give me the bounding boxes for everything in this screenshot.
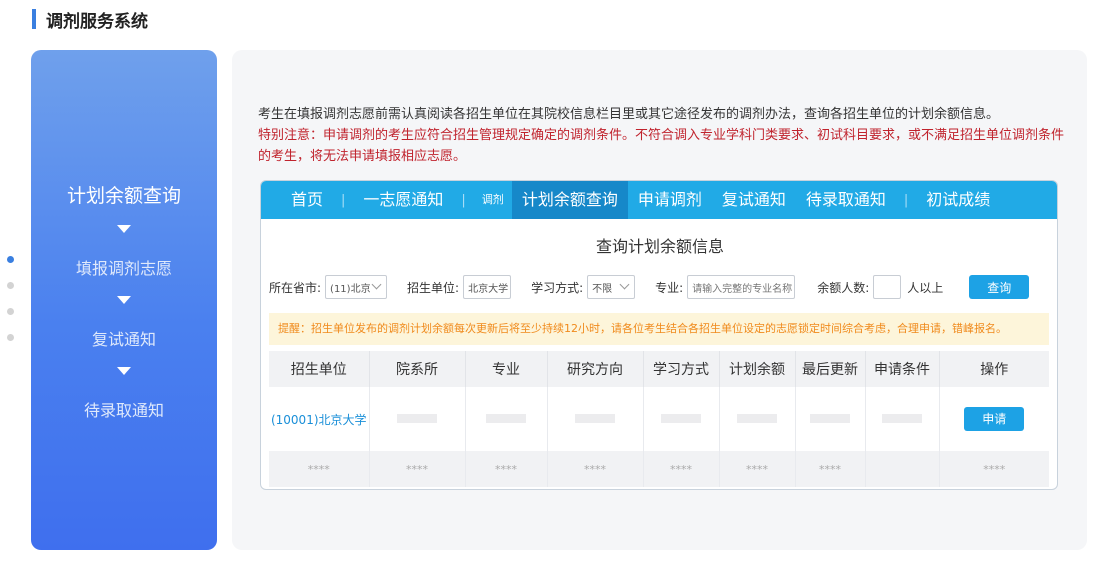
column-header: 专业: [465, 351, 548, 387]
column-header: 最后更新: [795, 351, 866, 387]
masked-cell: ****: [369, 451, 466, 487]
province-label: 所在省市:: [269, 280, 322, 295]
table-header-row: 招生单位 院系所 专业 研究方向 学习方式 计划余额 最后更新 申请条件 操作: [269, 351, 1049, 387]
redacted-placeholder: [397, 413, 437, 423]
query-panel: 首页 | 一志愿通知 | 调剂 计划余额查询 申请调剂 复试通知 待录取通知 |…: [260, 180, 1058, 490]
empty-cell: [865, 451, 940, 487]
redacted-placeholder: [486, 413, 526, 423]
redacted-placeholder: [661, 413, 701, 423]
unit-label: 招生单位:: [407, 280, 460, 295]
header-accent-bar: [32, 9, 36, 29]
filter-bar: 所在省市: (11)北京 招生单位: 北京大学 学习方式: 不限 专业: 请输入…: [269, 274, 1030, 300]
chevron-down-icon: [619, 279, 630, 290]
table-row: (10001)北京大学 申请: [269, 387, 1049, 451]
major-label: 专业:: [655, 280, 684, 295]
redacted-placeholder: [575, 413, 615, 423]
chevron-down-icon: [117, 225, 131, 233]
carousel-dot-2[interactable]: [7, 282, 14, 289]
content-panel: 考生在填报调剂志愿前需认真阅读各招生单位在其院校信息栏目里或其它途径发布的调剂办…: [232, 50, 1087, 550]
major-input[interactable]: 请输入完整的专业名称: [687, 275, 796, 299]
nav-separator: |: [903, 192, 909, 208]
chevron-down-icon: [117, 296, 131, 304]
step-retest-notice[interactable]: 复试通知: [31, 326, 217, 350]
masked-cell: ****: [547, 451, 644, 487]
column-header: 研究方向: [547, 351, 644, 387]
masked-cell: ****: [465, 451, 548, 487]
apply-button[interactable]: 申请: [964, 407, 1025, 431]
redacted-placeholder: [810, 413, 850, 423]
masked-cell: ****: [643, 451, 720, 487]
carousel-dot-4[interactable]: [7, 334, 14, 341]
major-placeholder: 请输入完整的专业名称: [692, 283, 793, 295]
column-header: 计划余额: [719, 351, 796, 387]
unit-input[interactable]: 北京大学: [463, 275, 512, 299]
column-header: 操作: [939, 351, 1049, 387]
count-input[interactable]: [873, 275, 902, 299]
redacted-placeholder: [737, 413, 777, 423]
nav-initial-scores[interactable]: 初试成绩: [916, 181, 1000, 219]
nav-plan-balance[interactable]: 计划余额查询: [511, 181, 628, 219]
masked-cell: ****: [269, 451, 370, 487]
nav-admission-notice[interactable]: 待录取通知: [796, 181, 896, 219]
redacted-placeholder: [882, 413, 922, 423]
masked-cell: ****: [939, 451, 1049, 487]
carousel-dots: [7, 256, 14, 360]
nav-home[interactable]: 首页: [281, 181, 333, 219]
mode-label: 学习方式:: [531, 280, 584, 295]
results-table: 招生单位 院系所 专业 研究方向 学习方式 计划余额 最后更新 申请条件 操作 …: [269, 351, 1049, 487]
query-title: 查询计划余额信息: [595, 237, 724, 256]
mode-value: 不限: [592, 283, 613, 295]
intro-line: 考生在填报调剂志愿前需认真阅读各招生单位在其院校信息栏目里或其它途径发布的调剂办…: [258, 107, 1000, 122]
nav-first-choice[interactable]: 一志愿通知: [353, 181, 453, 219]
nav-apply-adjustment[interactable]: 申请调剂: [628, 181, 712, 219]
column-header: 招生单位: [269, 351, 370, 387]
nav-separator: |: [341, 192, 346, 208]
nav-retest-notice[interactable]: 复试通知: [712, 181, 796, 219]
carousel-dot-3[interactable]: [7, 308, 14, 315]
masked-cell: ****: [719, 451, 796, 487]
unit-link[interactable]: (10001)北京大学: [271, 413, 367, 427]
column-header: 院系所: [369, 351, 466, 387]
count-suffix: 人以上: [907, 280, 944, 295]
province-select[interactable]: (11)北京: [325, 275, 388, 299]
step-fill-adjustment[interactable]: 填报调剂志愿: [31, 255, 217, 279]
reminder-banner: 提醒：招生单位发布的调剂计划余额每次更新后将至少持续12小时，请各位考生结合各招…: [269, 313, 1049, 345]
nav-separator: |: [461, 192, 466, 208]
step-plan-balance-query[interactable]: 计划余额查询: [31, 181, 217, 208]
top-nav: 首页 | 一志愿通知 | 调剂 计划余额查询 申请调剂 复试通知 待录取通知 |…: [261, 181, 1057, 219]
chevron-down-icon: [371, 279, 382, 290]
page-header: 调剂服务系统: [32, 8, 148, 32]
nav-adjustment[interactable]: 调剂: [474, 181, 512, 219]
query-button[interactable]: 查询: [969, 275, 1030, 299]
page-title: 调剂服务系统: [46, 11, 148, 32]
table-row: **** **** **** **** **** **** **** ****: [269, 451, 1049, 487]
step-admission-notice[interactable]: 待录取通知: [31, 397, 217, 421]
process-steps-panel: 计划余额查询 填报调剂志愿 复试通知 待录取通知: [31, 50, 217, 550]
province-value: (11)北京: [330, 283, 371, 295]
column-header: 学习方式: [643, 351, 720, 387]
intro-text: 考生在填报调剂志愿前需认真阅读各招生单位在其院校信息栏目里或其它途径发布的调剂办…: [258, 104, 1068, 167]
count-label: 余额人数:: [817, 280, 870, 295]
chevron-down-icon: [117, 367, 131, 375]
special-notice: 特别注意：申请调剂的考生应符合招生管理规定确定的调剂条件。不符合调入专业学科门类…: [258, 128, 1065, 164]
unit-value: 北京大学: [468, 283, 509, 295]
masked-cell: ****: [795, 451, 866, 487]
column-header: 申请条件: [865, 351, 940, 387]
carousel-dot-1[interactable]: [7, 256, 14, 263]
mode-select[interactable]: 不限: [587, 275, 636, 299]
